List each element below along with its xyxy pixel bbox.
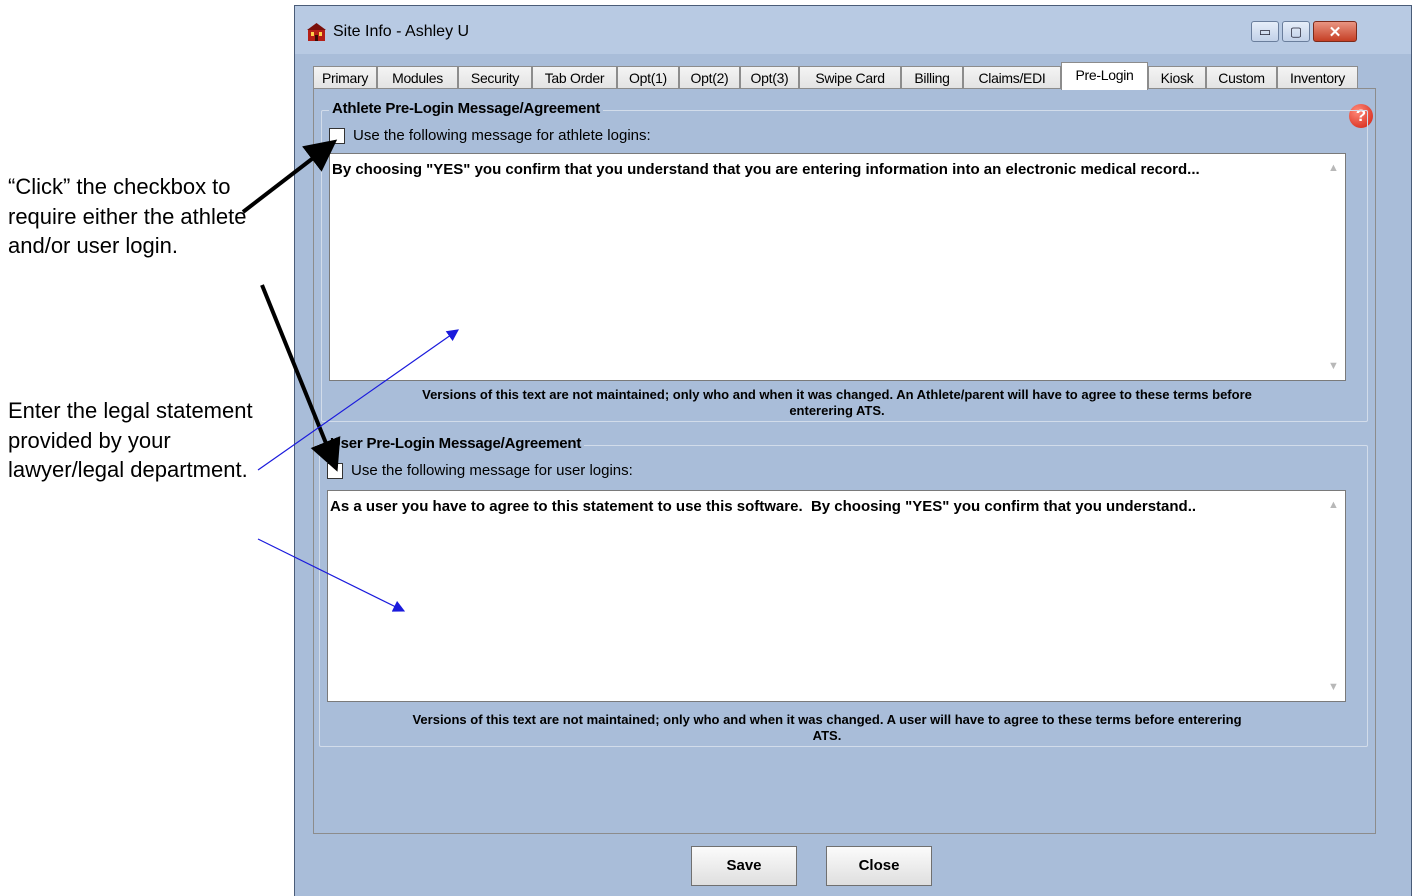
tab-inventory[interactable]: Inventory: [1277, 66, 1358, 89]
user-checkbox-row[interactable]: Use the following message for user login…: [327, 462, 633, 479]
tab-custom[interactable]: Custom: [1206, 66, 1277, 89]
save-button[interactable]: Save: [691, 846, 797, 886]
user-checkbox[interactable]: [327, 462, 343, 479]
athlete-checkbox-label[interactable]: Use the following message for athlete lo…: [353, 127, 651, 144]
minimize-button[interactable]: ▭: [1251, 21, 1279, 42]
annotation-checkbox-note: “Click” the checkbox to require either t…: [8, 174, 247, 258]
tab-security[interactable]: Security: [458, 66, 532, 89]
scroll-up-icon[interactable]: ▲: [1328, 162, 1339, 174]
user-message-text: As a user you have to agree to this stat…: [330, 498, 1197, 515]
user-checkbox-label[interactable]: Use the following message for user login…: [351, 462, 633, 479]
tab-kiosk[interactable]: Kiosk: [1148, 66, 1206, 89]
maximize-button[interactable]: ▢: [1282, 21, 1310, 42]
tab-modules[interactable]: Modules: [377, 66, 458, 89]
title-bar: Site Info - Ashley U ▭ ▢ ✕: [295, 6, 1411, 54]
scroll-down-icon[interactable]: ▼: [1328, 360, 1339, 372]
user-group-title: User Pre-Login Message/Agreement: [327, 435, 585, 452]
close-button[interactable]: Close: [826, 846, 932, 886]
athlete-message-text: By choosing "YES" you confirm that you u…: [332, 161, 1200, 178]
scroll-down-icon[interactable]: ▼: [1328, 681, 1339, 693]
athlete-checkbox-row[interactable]: Use the following message for athlete lo…: [329, 127, 651, 144]
tab-opt1[interactable]: Opt(1): [617, 66, 679, 89]
user-message-scrollbar[interactable]: ▲ ▼: [1321, 491, 1345, 701]
user-versions-note: Versions of this text are not maintained…: [412, 712, 1242, 743]
tab-pre-login[interactable]: Pre-Login: [1061, 62, 1148, 90]
scroll-up-icon[interactable]: ▲: [1328, 499, 1339, 511]
user-group: User Pre-Login Message/Agreement Use the…: [319, 435, 1368, 747]
tab-primary[interactable]: Primary: [313, 66, 377, 89]
tab-tab-order[interactable]: Tab Order: [532, 66, 617, 89]
athlete-group: Athlete Pre-Login Message/Agreement Use …: [321, 100, 1368, 422]
tab-opt3[interactable]: Opt(3): [740, 66, 799, 89]
site-info-window: Site Info - Ashley U ▭ ▢ ✕ Primary Modul…: [294, 5, 1412, 896]
tab-billing[interactable]: Billing: [901, 66, 963, 89]
athlete-group-title: Athlete Pre-Login Message/Agreement: [329, 100, 604, 117]
close-window-button[interactable]: ✕: [1313, 21, 1357, 42]
athlete-checkbox[interactable]: [329, 127, 345, 144]
user-message-textarea[interactable]: As a user you have to agree to this stat…: [327, 490, 1346, 702]
pre-login-panel: ? Athlete Pre-Login Message/Agreement Us…: [313, 88, 1376, 834]
tab-claims-edi[interactable]: Claims/EDI: [963, 66, 1061, 89]
athlete-versions-note: Versions of this text are not maintained…: [422, 387, 1252, 418]
athlete-message-scrollbar[interactable]: ▲ ▼: [1321, 154, 1345, 380]
annotation-legal-note: Enter the legal statement provided by yo…: [8, 398, 253, 482]
tab-swipe-card[interactable]: Swipe Card: [799, 66, 901, 89]
window-title: Site Info - Ashley U: [333, 23, 470, 40]
app-icon: [307, 23, 326, 41]
tab-opt2[interactable]: Opt(2): [679, 66, 740, 89]
athlete-message-textarea[interactable]: By choosing "YES" you confirm that you u…: [329, 153, 1346, 381]
